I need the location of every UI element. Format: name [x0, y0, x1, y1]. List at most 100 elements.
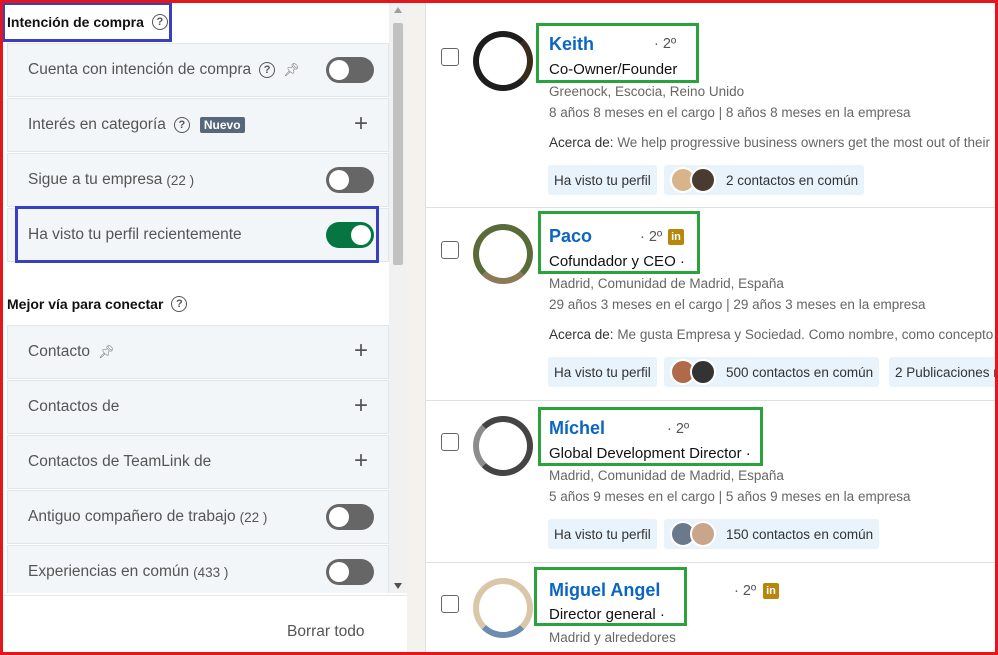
chip-label: Ha visto tu perfil	[554, 172, 651, 188]
viewed-profile-toggle[interactable]	[326, 222, 374, 248]
scrollbar-thumb[interactable]	[393, 23, 403, 265]
toggle-knob	[329, 170, 349, 190]
profile-tenure: 5 años 9 meses en el cargo | 5 años 9 me…	[549, 489, 911, 504]
section-title-best-path: Mejor vía para conectar ?	[3, 285, 188, 323]
select-checkbox[interactable]	[441, 595, 459, 613]
about-text: Me gusta Empresa y Sociedad. Como nombre…	[617, 327, 995, 342]
filter-scroll-area: Intención de compra ? Cuenta con intenci…	[3, 3, 389, 593]
filter-count: (433 )	[193, 564, 229, 580]
viewed-profile-chip[interactable]: Ha visto tu perfil	[548, 357, 657, 387]
avatar[interactable]	[473, 31, 533, 91]
plus-icon[interactable]: +	[354, 339, 368, 363]
results-list: Keith · 2º Co-Owner/Founder Greenock, Es…	[425, 3, 995, 652]
result-card: Miguel Angel · 2º in Director general · …	[426, 563, 995, 652]
filter-connections-of[interactable]: Contactos de +	[7, 380, 389, 434]
profile-location: Greenock, Escocia, Reino Unido	[549, 84, 745, 99]
profile-location: Madrid, Comunidad de Madrid, España	[549, 468, 784, 483]
chip-label: Ha visto tu perfil	[554, 526, 651, 542]
plus-icon[interactable]: +	[354, 112, 368, 136]
profile-name-link[interactable]: Paco	[549, 226, 592, 247]
filter-label: Interés en categoría	[28, 116, 166, 133]
avatar[interactable]	[473, 224, 533, 284]
select-checkbox[interactable]	[441, 48, 459, 66]
profile-tenure: 29 años 3 meses en el cargo | 29 años 3 …	[549, 297, 926, 312]
result-card: Paco · 2º in Cofundador y CEO · Madrid, …	[426, 208, 995, 401]
filter-category-interest[interactable]: Interés en categoría ? Nuevo +	[7, 98, 389, 152]
profile-about: Acerca de: Me gusta Empresa y Sociedad. …	[549, 327, 995, 342]
help-icon[interactable]: ?	[151, 14, 168, 30]
select-checkbox[interactable]	[441, 433, 459, 451]
filter-label: Antiguo compañero de trabajo	[28, 508, 236, 525]
follows-company-toggle[interactable]	[326, 167, 374, 193]
common-connections-chip[interactable]: 500 contactos en común	[664, 357, 880, 387]
linkedin-premium-icon: in	[763, 583, 779, 599]
pin-icon: 📌︎	[98, 344, 115, 359]
viewed-profile-chip[interactable]: Ha visto tu perfil	[548, 519, 657, 549]
profile-name-link[interactable]: Míchel	[549, 418, 605, 439]
buying-intent-toggle[interactable]	[326, 57, 374, 83]
filter-label: Sigue a tu empresa	[28, 171, 163, 188]
filter-count: (22 )	[239, 509, 268, 525]
divider	[3, 595, 407, 596]
toggle-knob	[351, 225, 371, 245]
profile-name-link[interactable]: Keith	[549, 34, 594, 55]
help-icon[interactable]: ?	[173, 117, 190, 133]
shared-experiences-toggle[interactable]	[326, 559, 374, 585]
panel-gap	[407, 3, 425, 652]
section-title-buying-intent: Intención de compra ?	[3, 3, 168, 41]
toggle-knob	[329, 562, 349, 582]
filter-label: Contacto	[28, 343, 91, 360]
pin-icon: 📌︎	[283, 62, 300, 77]
profile-location: Madrid y alrededores	[549, 630, 676, 645]
common-connections-chip[interactable]: 2 contactos en común	[664, 165, 865, 195]
avatar	[690, 359, 716, 385]
profile-title: Director general ·	[549, 606, 665, 623]
scroll-down-arrow-icon[interactable]	[394, 583, 402, 589]
connection-degree: · 2º	[654, 36, 677, 52]
result-card: Míchel · 2º Global Development Director …	[426, 401, 995, 563]
filter-scrollbar[interactable]	[389, 3, 407, 593]
filter-label: Contactos de	[28, 398, 120, 415]
profile-about: Acerca de: We help progressive business …	[549, 135, 990, 150]
avatar[interactable]	[473, 578, 533, 638]
filter-panel: Intención de compra ? Cuenta con intenci…	[2, 2, 407, 652]
about-label: Acerca de:	[549, 327, 614, 342]
connection-degree: · 2º	[734, 583, 757, 599]
profile-location: Madrid, Comunidad de Madrid, España	[549, 276, 784, 291]
chip-label: 150 contactos en común	[726, 526, 874, 542]
filter-viewed-profile[interactable]: Ha visto tu perfil recientemente	[7, 208, 389, 262]
toggle-knob	[329, 507, 349, 527]
help-icon[interactable]: ?	[171, 296, 188, 312]
avatar	[690, 521, 716, 547]
profile-title: Co-Owner/Founder	[549, 61, 678, 78]
connection-degree: · 2º	[640, 229, 663, 245]
filter-contact[interactable]: Contacto 📌︎ +	[7, 325, 389, 379]
filter-label: Cuenta con intención de compra	[28, 61, 252, 78]
filter-teamlink[interactable]: Contactos de TeamLink de +	[7, 435, 389, 489]
posts-chip[interactable]: 2 Publicaciones r	[889, 357, 995, 387]
profile-name-link[interactable]: Miguel Angel	[549, 580, 660, 601]
about-text: We help progressive business owners get …	[617, 135, 991, 150]
viewed-profile-chip[interactable]: Ha visto tu perfil	[548, 165, 657, 195]
plus-icon[interactable]: +	[354, 449, 368, 473]
filter-label: Contactos de TeamLink de	[28, 453, 212, 470]
about-label: Acerca de:	[549, 135, 614, 150]
section-title-text: Mejor vía para conectar	[7, 296, 164, 312]
filter-past-colleague[interactable]: Antiguo compañero de trabajo (22 )	[7, 490, 389, 544]
filter-shared-experiences[interactable]: Experiencias en común (433 )	[7, 545, 389, 593]
avatar	[690, 167, 716, 193]
clear-all-button[interactable]: Borrar todo	[287, 623, 365, 641]
filter-label: Ha visto tu perfil recientemente	[28, 226, 242, 243]
common-connections-chip[interactable]: 150 contactos en común	[664, 519, 880, 549]
past-colleague-toggle[interactable]	[326, 504, 374, 530]
filter-follows-company[interactable]: Sigue a tu empresa (22 )	[7, 153, 389, 207]
avatar[interactable]	[473, 416, 533, 476]
profile-title: Cofundador y CEO ·	[549, 253, 685, 270]
plus-icon[interactable]: +	[354, 394, 368, 418]
profile-title: Global Development Director ·	[549, 445, 751, 462]
filter-buying-intent[interactable]: Cuenta con intención de compra ? 📌︎	[7, 43, 389, 97]
scroll-up-arrow-icon[interactable]	[394, 7, 402, 13]
help-icon[interactable]: ?	[259, 62, 276, 78]
chip-label: 2 contactos en común	[726, 172, 859, 188]
select-checkbox[interactable]	[441, 241, 459, 259]
